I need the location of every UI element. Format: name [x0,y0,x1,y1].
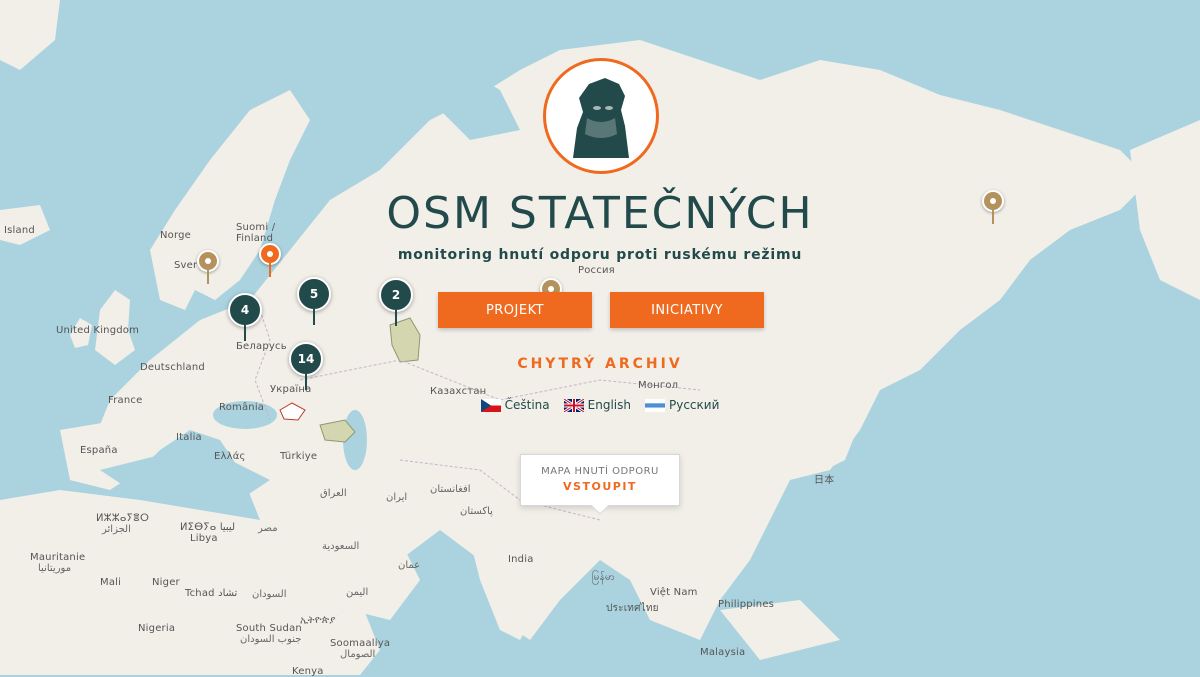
label-myanmar: မြန်မာ [592,572,615,583]
smart-archive-link[interactable]: CHYTRÝ ARCHIV [400,356,800,372]
project-button[interactable]: PROJEKT [438,292,592,328]
lang-czech-label: Čeština [504,398,550,412]
page-title: OSM STATEČNÝCH [386,188,814,239]
enter-map-card[interactable]: MAPA HNUTÍ ODPORU VSTOUPIT [520,454,680,506]
marker-siberia[interactable] [982,190,1004,212]
label-spain: España [80,445,118,456]
anti-war-flag-icon [644,398,665,412]
label-turkey: Türkiye [280,451,318,462]
label-sweden: Sver [174,260,198,271]
masked-person-icon [555,70,647,162]
label-kazakhstan: Казахстан [430,386,487,397]
label-mali: Mali [100,577,122,588]
cluster-petersburg[interactable]: 5 [297,277,331,311]
marker-sweden[interactable] [197,250,219,272]
label-south-sudan-ar: جنوب السودان [240,634,302,645]
label-norway: Norge [160,230,192,241]
label-germany: Deutschland [140,362,205,373]
label-uk: United Kingdom [56,325,140,336]
enter-map-button[interactable]: VSTOUPIT [521,480,679,493]
page-subtitle: monitoring hnutí odporu proti ruskému re… [397,247,803,263]
label-mauritania-ar: موريتانيا [38,563,72,574]
label-libya-b: Libya [190,533,218,544]
initiatives-button[interactable]: INICIATIVY [610,292,764,328]
lang-russian[interactable]: Русский [644,398,720,412]
label-vietnam: Việt Nam [650,587,698,598]
lang-russian-label: Русский [668,398,720,412]
label-saudi: السعودية [322,541,360,552]
cluster-ukraine[interactable]: 14 [289,342,323,376]
label-algeria-b: الجزائر [102,524,131,535]
label-finland-1: Suomi / [236,222,276,233]
label-belarus: Беларусь [236,341,287,352]
label-mauritania: Mauritanie [30,552,86,563]
site-logo[interactable] [543,58,659,174]
label-pakistan: پاکستان [460,506,493,517]
label-iceland: Island [4,225,35,236]
marker-finland[interactable] [259,243,281,265]
czech-flag-icon [480,398,501,412]
cluster-belarus[interactable]: 4 [228,293,262,327]
label-nigeria: Nigeria [138,623,176,634]
label-india: India [508,554,534,565]
label-iran: ایران [386,492,408,503]
label-japan: 日本 [814,475,835,486]
enter-map-caption: MAPA HNUTÍ ODPORU [541,466,659,477]
label-kenya: Kenya [292,666,324,677]
label-yemen: اليمن [346,587,369,598]
label-libya-a: ⵍⵉⴱⵢⴰ ليبيا [180,522,235,533]
uk-flag-icon [563,398,584,412]
label-niger: Niger [152,577,180,588]
label-romania: România [219,402,265,413]
lang-english-label: English [587,398,631,412]
label-sudan: السودان [252,589,287,600]
label-ethiopia: ኢትዮጵያ [300,615,336,626]
label-thailand: ประเทศไทย [606,603,659,614]
label-greece: Ελλάς [214,451,246,462]
label-malaysia: Malaysia [700,647,746,658]
lang-english[interactable]: English [563,398,631,412]
cluster-ural[interactable]: 2 [379,278,413,312]
label-somalia: Soomaaliya [330,638,391,649]
label-mongolia: Монгол [638,380,679,391]
label-egypt: مصر [258,523,278,534]
label-iraq: العراق [320,488,347,499]
lang-czech[interactable]: Čeština [480,398,550,412]
label-chad: Tchad تشاد [185,588,238,599]
label-algeria-a: ⵍⵣⵣⴰⵢⴻⵔ [96,513,150,524]
label-oman: عمان [398,560,421,571]
label-somalia-ar: الصومال [340,649,376,660]
label-russia: Россия [578,265,615,276]
label-south-sudan: South Sudan [236,623,302,634]
label-afghanistan: افغانستان [430,484,471,495]
label-france: France [108,395,143,406]
label-italy: Italia [176,432,202,443]
language-switcher: Čeština English Русский [470,398,730,412]
label-philippines: Philippines [718,599,775,610]
